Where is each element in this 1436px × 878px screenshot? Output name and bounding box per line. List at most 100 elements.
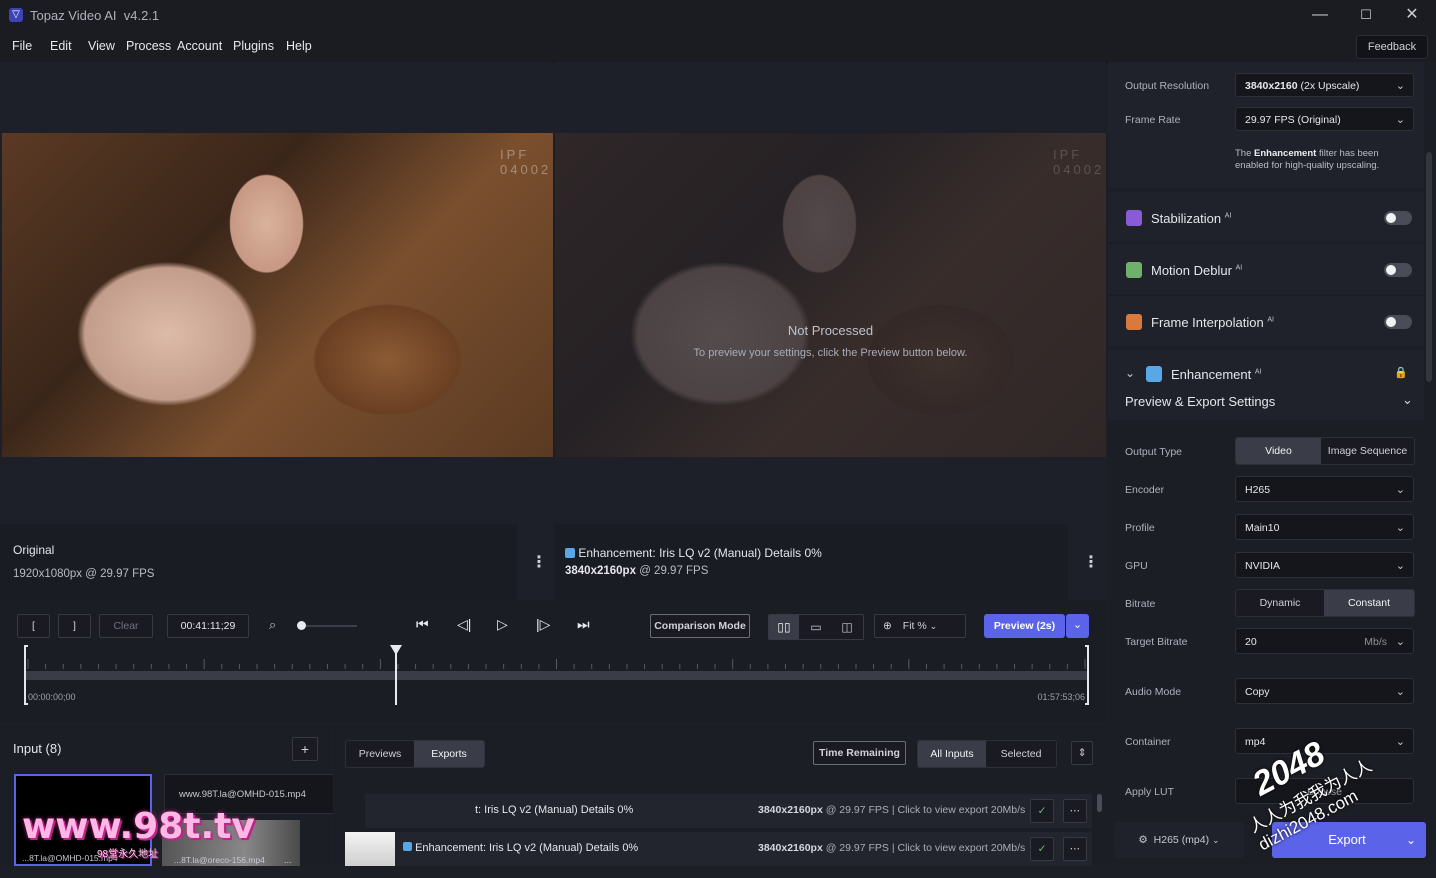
playhead[interactable]: [389, 645, 402, 705]
output-resolution-dropdown[interactable]: 3840x2160 (2x Upscale) ⌄: [1235, 73, 1414, 97]
step-back-icon[interactable]: ◁|: [457, 616, 471, 633]
export-settings-chevron-icon[interactable]: ⌄: [1402, 392, 1413, 408]
skip-start-icon[interactable]: ⏮: [416, 616, 429, 633]
input-filter-segmented: All Inputs Selected: [917, 740, 1057, 768]
set-out-button[interactable]: ]: [58, 614, 91, 638]
add-input-button[interactable]: +: [292, 737, 318, 761]
export-title: t: Iris LQ v2 (Manual) Details 0%: [475, 804, 634, 816]
encoder-label: Encoder: [1125, 484, 1165, 496]
menu-file[interactable]: File: [12, 39, 32, 53]
close-button[interactable]: ✕: [1389, 4, 1435, 28]
single-view-icon[interactable]: ▭: [801, 615, 831, 639]
export-row[interactable]: t: Iris LQ v2 (Manual) Details 0% 3840x2…: [345, 794, 1092, 828]
side-by-side-icon[interactable]: ▯▯: [769, 615, 799, 639]
export-details: 3840x2160px @ 29.97 FPS | Click to view …: [758, 804, 1026, 816]
menu-help[interactable]: Help: [286, 39, 312, 53]
filter-motion-deblur[interactable]: Motion Deblur AI: [1108, 244, 1424, 294]
chevron-down-icon: ⌄: [1405, 833, 1416, 847]
zoom-dropdown[interactable]: ⊕ Fit % ⌄: [874, 614, 966, 638]
menu-edit[interactable]: Edit: [50, 39, 72, 53]
more-icon[interactable]: ⋯: [1063, 799, 1087, 823]
end-time: 01:57:53;06: [1037, 692, 1085, 702]
menu-plugins[interactable]: Plugins: [233, 39, 274, 53]
panel-scrollbar[interactable]: [1426, 152, 1432, 382]
stabilization-toggle[interactable]: [1384, 211, 1412, 225]
motion-deblur-title: Motion Deblur AI: [1151, 263, 1243, 278]
sort-icon[interactable]: ⇕: [1071, 741, 1093, 765]
out-point-marker[interactable]: [1085, 645, 1089, 705]
profile-dropdown[interactable]: Main10 ⌄: [1235, 514, 1414, 540]
zoom-slider[interactable]: [300, 625, 357, 627]
original-more-icon[interactable]: ⋮: [531, 552, 547, 572]
original-frame[interactable]: IPF 04002: [2, 133, 553, 457]
collapse-chevron-icon[interactable]: ⌄: [1125, 366, 1135, 380]
filter-frame-interpolation[interactable]: Frame Interpolation AI: [1108, 296, 1424, 346]
zoom-slider-handle[interactable]: [297, 621, 306, 630]
tab-exports[interactable]: Exports: [414, 741, 484, 767]
menu-account[interactable]: Account: [177, 39, 222, 53]
split-view-icon[interactable]: ◫: [832, 615, 862, 639]
clear-button[interactable]: Clear: [99, 614, 153, 638]
exports-scrollbar[interactable]: [1097, 794, 1102, 812]
enhancement-notice: The Enhancement filter has been enabled …: [1235, 148, 1380, 171]
thumb-more-icon[interactable]: ...: [284, 855, 292, 865]
search-icon[interactable]: ⌕: [269, 617, 276, 633]
play-icon[interactable]: ▷: [497, 616, 508, 633]
frame-rate-dropdown[interactable]: 29.97 FPS (Original) ⌄: [1235, 107, 1414, 131]
export-row[interactable]: Enhancement: Iris LQ v2 (Manual) Details…: [345, 832, 1092, 866]
original-view: IPF 04002 Original 1920x1080px @ 29.97 F…: [0, 62, 553, 600]
bitrate-label: Bitrate: [1125, 598, 1156, 610]
timeline-track[interactable]: 00:00:00;00 01:57:53;06: [24, 645, 1089, 705]
input-title: Input (8): [13, 741, 62, 756]
set-in-button[interactable]: [: [17, 614, 50, 638]
frame-interpolation-icon: [1126, 314, 1142, 330]
filter-selected[interactable]: Selected: [986, 741, 1056, 767]
site-watermark: www.98t.tv: [22, 806, 255, 847]
enhancement-icon: [565, 548, 575, 558]
gear-icon: ⚙: [1138, 834, 1148, 846]
preview-hint: To preview your settings, click the Prev…: [693, 347, 968, 359]
filter-stabilization[interactable]: Stabilization AI: [1108, 192, 1424, 242]
preview-button[interactable]: Preview (2s): [984, 614, 1065, 638]
menu-bar: File Edit View Process Account Plugins H…: [0, 31, 1436, 63]
video-frame-image: [2, 133, 553, 457]
check-icon[interactable]: ✓: [1030, 799, 1054, 823]
output-type-image-sequence[interactable]: Image Sequence: [1321, 438, 1414, 464]
enhancement-icon: [403, 842, 412, 851]
more-icon[interactable]: ⋯: [1063, 837, 1087, 861]
enhanced-frame[interactable]: IPF 04002: [555, 133, 1106, 457]
motion-deblur-toggle[interactable]: [1384, 263, 1412, 277]
export-preset-dropdown[interactable]: ⚙ H265 (mp4) ⌄: [1114, 822, 1244, 858]
output-resolution-label: Output Resolution: [1125, 80, 1210, 92]
minimize-button[interactable]: —: [1297, 4, 1343, 28]
frame-interpolation-toggle[interactable]: [1384, 315, 1412, 329]
bitrate-dynamic[interactable]: Dynamic: [1236, 590, 1324, 616]
target-bitrate-input[interactable]: 20 Mb/s ⌄: [1235, 628, 1414, 654]
bitrate-constant[interactable]: Constant: [1324, 590, 1414, 616]
enhanced-more-icon[interactable]: ⋮: [1083, 552, 1099, 572]
chevron-down-icon: ⌄: [1395, 636, 1405, 648]
encoder-dropdown[interactable]: H265 ⌄: [1235, 476, 1414, 502]
tab-previews[interactable]: Previews: [346, 741, 414, 767]
feedback-button[interactable]: Feedback: [1356, 35, 1428, 59]
original-info: Original 1920x1080px @ 29.97 FPS: [0, 524, 517, 600]
export-settings-title[interactable]: Preview & Export Settings: [1125, 394, 1275, 409]
frame-watermark: IPF 04002: [1053, 147, 1105, 177]
preview-options-chevron-icon[interactable]: ⌄: [1066, 614, 1089, 638]
menu-view[interactable]: View: [88, 39, 115, 53]
timecode-field[interactable]: 00:41:11;29: [167, 614, 249, 638]
gpu-dropdown[interactable]: NVIDIA ⌄: [1235, 552, 1414, 578]
enhancement-title[interactable]: Enhancement AI: [1171, 367, 1261, 382]
not-processed-label: Not Processed: [787, 323, 874, 338]
filter-enhancement: ⌄ Enhancement AI 🔒 Preview & Export Sett…: [1108, 350, 1424, 420]
lock-icon[interactable]: 🔒: [1394, 366, 1408, 379]
menu-process[interactable]: Process: [126, 39, 171, 53]
time-remaining-button[interactable]: Time Remaining: [813, 741, 906, 765]
skip-end-icon[interactable]: ⏭: [577, 616, 590, 633]
comparison-mode-button[interactable]: Comparison Mode: [650, 614, 750, 638]
filter-all-inputs[interactable]: All Inputs: [918, 741, 986, 767]
maximize-button[interactable]: ☐: [1343, 4, 1389, 28]
check-icon[interactable]: ✓: [1030, 837, 1054, 861]
step-forward-icon[interactable]: |▷: [536, 616, 550, 633]
output-type-video[interactable]: Video: [1236, 438, 1321, 464]
